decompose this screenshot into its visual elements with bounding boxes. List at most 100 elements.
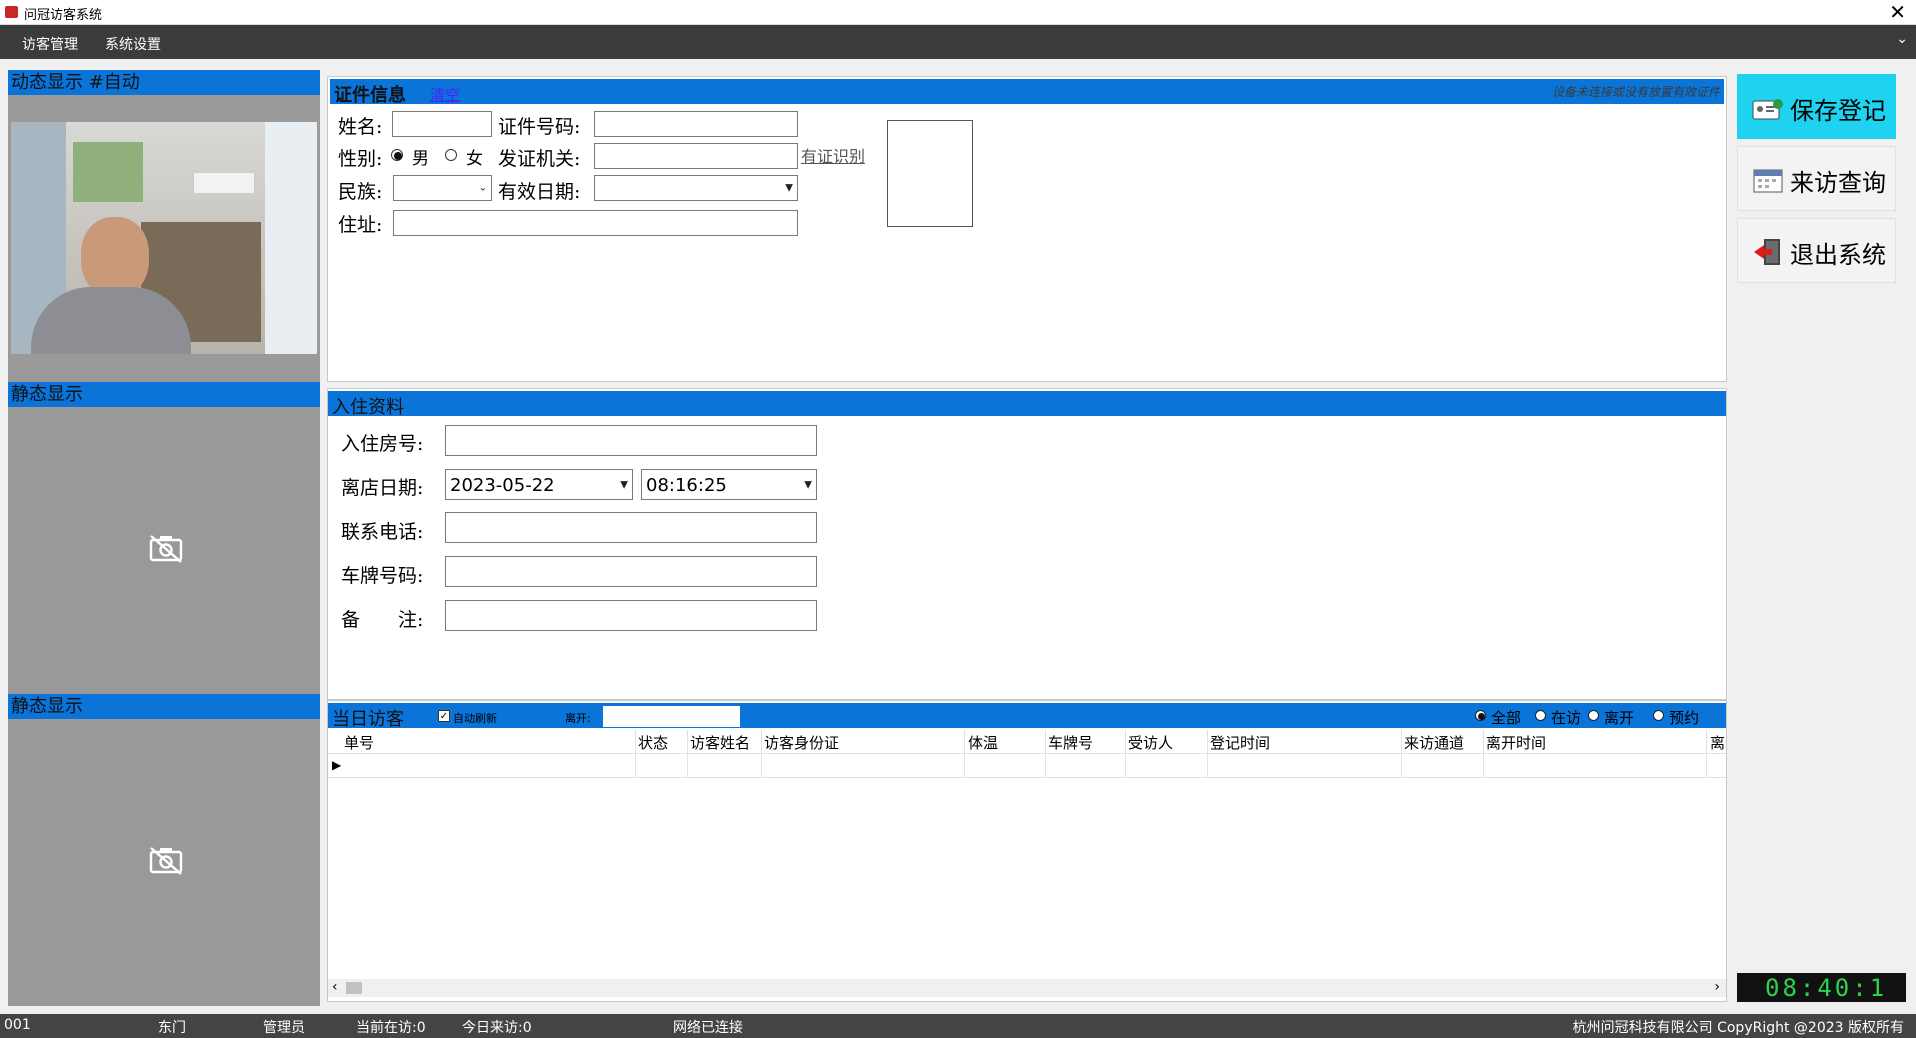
id-number-label: 证件号码: bbox=[498, 116, 581, 138]
table-row[interactable]: ▶ bbox=[328, 754, 1726, 778]
room-door bbox=[265, 122, 317, 354]
address-label: 住址: bbox=[338, 214, 383, 236]
dropdown-arrow-icon: ▼ bbox=[785, 182, 793, 194]
filter-reserved-radio[interactable] bbox=[1653, 710, 1664, 721]
static-display-panel-2: 静态显示 bbox=[8, 694, 320, 1006]
status-current-visitors: 当前在访:0 bbox=[356, 1020, 426, 1036]
camera-off-icon bbox=[149, 847, 183, 875]
dropdown-arrow-icon: ▼ bbox=[620, 479, 628, 490]
exit-system-button[interactable]: 退出系统 bbox=[1737, 218, 1896, 283]
device-warning-text: 设备未连接或没有放置有效证件 bbox=[1551, 85, 1720, 99]
phone-label: 联系电话: bbox=[341, 521, 424, 543]
gender-female-radio[interactable] bbox=[445, 149, 457, 161]
gender-male-radio[interactable] bbox=[391, 149, 403, 161]
checkin-header: 入住资料 bbox=[328, 391, 1726, 418]
clear-link[interactable]: 清空 bbox=[430, 84, 460, 105]
exit-system-label: 退出系统 bbox=[1790, 241, 1886, 269]
filter-visiting-radio[interactable] bbox=[1535, 710, 1546, 721]
today-visitors-panel: 当日访客 ✓ 自动刷新 离开: 全部 在访 离开 预约 单号 状态 访客姓名 访… bbox=[327, 700, 1727, 1002]
remark-input[interactable] bbox=[445, 600, 817, 631]
gender-label: 性别: bbox=[338, 148, 383, 170]
ethnicity-label: 民族: bbox=[338, 181, 383, 203]
plate-label: 车牌号码: bbox=[341, 565, 424, 587]
leave-filter-input[interactable] bbox=[603, 706, 740, 727]
scroll-right-icon[interactable]: › bbox=[1714, 979, 1720, 995]
air-conditioner bbox=[193, 172, 255, 194]
id-number-input[interactable] bbox=[594, 111, 798, 137]
plate-input[interactable] bbox=[445, 556, 817, 587]
leave-time-picker[interactable]: 08:16:25 ▼ bbox=[641, 469, 817, 500]
app-icon bbox=[5, 6, 18, 18]
auto-refresh-checkbox[interactable]: ✓ bbox=[438, 710, 450, 722]
exit-door-icon bbox=[1754, 239, 1780, 265]
issuer-label: 发证机关: bbox=[498, 148, 581, 170]
name-input[interactable] bbox=[392, 111, 492, 137]
today-title: 当日访客 bbox=[332, 709, 404, 730]
menu-bar: 访客管理 系统设置 ⌄ bbox=[0, 25, 1916, 59]
person bbox=[31, 217, 191, 354]
cert-info-header: 证件信息 清空 设备未连接或没有放置有效证件 bbox=[330, 79, 1724, 106]
id-card-icon bbox=[1752, 99, 1783, 120]
dynamic-display-panel: 动态显示 #自动 bbox=[8, 70, 320, 382]
cert-info-panel: 证件信息 清空 设备未连接或没有放置有效证件 姓名: 证件号码: 性别: 男 女… bbox=[327, 76, 1727, 382]
filter-visiting-label: 在访 bbox=[1551, 709, 1582, 727]
issuer-input[interactable] bbox=[594, 143, 798, 169]
gender-male-label: 男 bbox=[412, 149, 429, 169]
horizontal-scrollbar[interactable]: ‹ › bbox=[328, 979, 1726, 997]
dropdown-arrow-icon: ▼ bbox=[804, 479, 812, 490]
scroll-thumb[interactable] bbox=[346, 982, 362, 994]
filter-all-radio[interactable] bbox=[1475, 710, 1486, 721]
visit-query-label: 来访查询 bbox=[1790, 169, 1886, 197]
live-camera-feed bbox=[11, 122, 317, 354]
chevron-down-icon[interactable]: ⌄ bbox=[1896, 31, 1908, 47]
phone-input[interactable] bbox=[445, 512, 817, 543]
menu-system-settings[interactable]: 系统设置 bbox=[105, 34, 161, 54]
status-gate: 东门 bbox=[158, 1020, 186, 1036]
room-number-input[interactable] bbox=[445, 425, 817, 456]
leave-date-value: 2023-05-22 bbox=[450, 475, 555, 496]
filter-left-radio[interactable] bbox=[1588, 710, 1599, 721]
window-title: 问冠访客系统 bbox=[24, 8, 103, 23]
calendar-icon bbox=[1753, 169, 1783, 193]
status-role: 管理员 bbox=[263, 1020, 305, 1036]
static-display-panel-1: 静态显示 bbox=[8, 382, 320, 694]
chevron-down-icon: ⌄ bbox=[478, 182, 487, 194]
static-display-title-2: 静态显示 bbox=[8, 694, 320, 719]
valid-date-select[interactable]: ▼ bbox=[594, 175, 798, 201]
dynamic-display-title: 动态显示 #自动 bbox=[8, 70, 320, 95]
id-photo-box bbox=[887, 120, 973, 227]
room-number-label: 入住房号: bbox=[341, 433, 424, 455]
auto-refresh-label: 自动刷新 bbox=[453, 712, 497, 725]
map-poster bbox=[73, 142, 143, 202]
checkin-panel: 入住资料 入住房号: 离店日期: 2023-05-22 ▼ 08:16:25 ▼… bbox=[327, 388, 1727, 700]
leave-filter-label: 离开: bbox=[565, 712, 591, 725]
leave-date-label: 离店日期: bbox=[341, 477, 424, 499]
valid-date-label: 有效日期: bbox=[498, 181, 581, 203]
filter-left-label: 离开 bbox=[1604, 709, 1635, 727]
status-copyright: 杭州问冠科技有限公司 CopyRight @2023 版权所有 bbox=[1572, 1020, 1904, 1036]
today-header: 当日访客 ✓ 自动刷新 离开: 全部 在访 离开 预约 bbox=[328, 703, 1726, 730]
menu-visitor-management[interactable]: 访客管理 bbox=[22, 34, 78, 54]
save-register-button[interactable]: 保存登记 bbox=[1737, 74, 1896, 139]
status-network: 网络已连接 bbox=[673, 1020, 743, 1036]
leave-time-value: 08:16:25 bbox=[646, 475, 727, 496]
leave-date-picker[interactable]: 2023-05-22 ▼ bbox=[445, 469, 633, 500]
close-icon[interactable]: ✕ bbox=[1889, 0, 1906, 24]
address-input[interactable] bbox=[393, 210, 798, 236]
scroll-left-icon[interactable]: ‹ bbox=[332, 979, 338, 995]
status-code: 001 bbox=[4, 1017, 31, 1033]
row-pointer-icon: ▶ bbox=[332, 758, 342, 772]
name-label: 姓名: bbox=[338, 116, 383, 138]
visit-query-button[interactable]: 来访查询 bbox=[1737, 146, 1896, 211]
clock-value: 08:40:1 bbox=[1765, 974, 1888, 1002]
cert-info-title: 证件信息 bbox=[334, 85, 406, 106]
ethnicity-select[interactable]: ⌄ bbox=[393, 175, 492, 201]
status-today-visitors: 今日来访:0 bbox=[462, 1020, 532, 1036]
save-register-label: 保存登记 bbox=[1790, 97, 1886, 125]
recognize-link[interactable]: 有证识别 bbox=[801, 143, 865, 167]
filter-all-label: 全部 bbox=[1491, 709, 1522, 727]
static-display-title-1: 静态显示 bbox=[8, 382, 320, 407]
digital-clock: 08:40:1 bbox=[1737, 973, 1906, 1002]
status-bar: 001 东门 管理员 当前在访:0 今日来访:0 网络已连接 杭州问冠科技有限公… bbox=[0, 1014, 1916, 1038]
remark-label: 备 注: bbox=[341, 609, 424, 631]
